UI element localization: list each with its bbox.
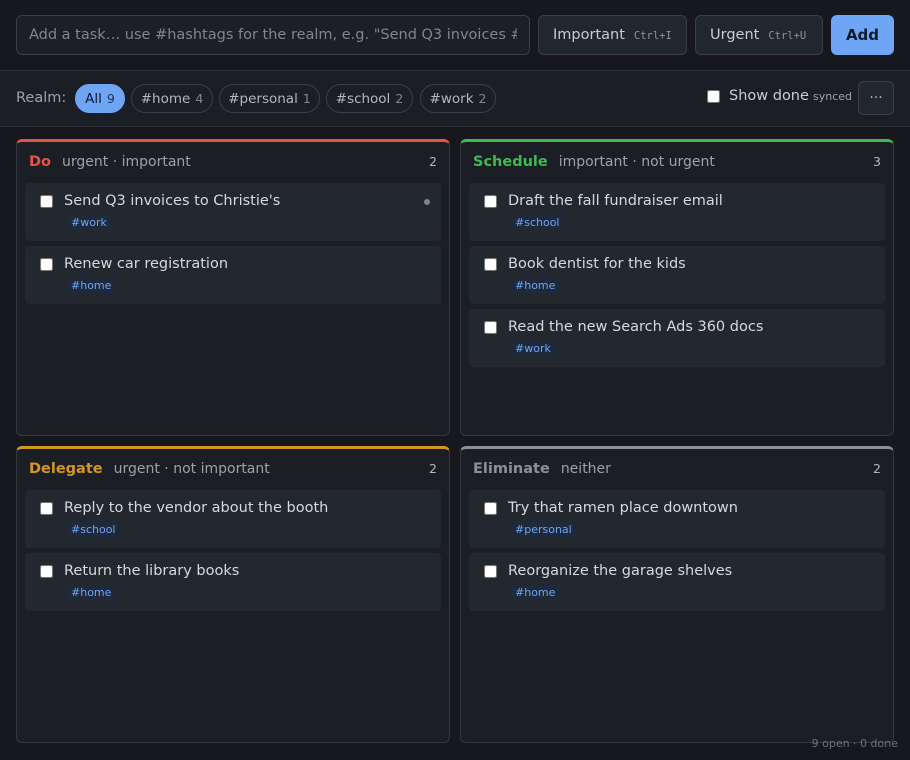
quadrant-title: Eliminate <box>473 461 550 477</box>
quadrant-title: Schedule <box>473 154 548 170</box>
quadrant-header: Schedule important · not urgent 3 <box>473 154 881 174</box>
task-title: Try that ramen place downtown <box>508 500 738 516</box>
realm-chip-count: 2 <box>395 91 404 106</box>
quadrant-do: Do urgent · important 2 Send Q3 invoices… <box>16 139 450 436</box>
task-title: Send Q3 invoices to Christie's <box>64 193 281 209</box>
task-checkbox[interactable] <box>484 502 497 515</box>
task-tag[interactable]: #home <box>67 585 116 600</box>
quadrant-eliminate: Eliminate neither 2 Try that ramen place… <box>460 446 894 743</box>
quadrant-title: Delegate <box>29 461 103 477</box>
task-title: Draft the fall fundraiser email <box>508 193 723 209</box>
urgent-shortcut: Ctrl+U <box>768 30 807 42</box>
task-card[interactable]: Reorganize the garage shelves #home <box>469 553 885 611</box>
task-title: Return the library books <box>64 563 240 579</box>
task-checkbox[interactable] <box>40 258 53 271</box>
realm-chip-label: #work <box>429 90 474 107</box>
important-shortcut: Ctrl+I <box>633 30 672 42</box>
realm-chip-count: 4 <box>195 91 204 106</box>
task-card[interactable]: Book dentist for the kids #home <box>469 246 885 304</box>
task-title: Reply to the vendor about the booth <box>64 500 329 516</box>
quadrant-count: 2 <box>429 154 437 169</box>
task-checkbox[interactable] <box>484 258 497 271</box>
realm-chip-label: #school <box>335 90 391 107</box>
task-stats: 9 open · 0 done <box>811 737 898 750</box>
task-card[interactable]: Send Q3 invoices to Christie's #work <box>25 183 441 241</box>
task-title: Book dentist for the kids <box>508 256 686 272</box>
task-title: Read the new Search Ads 360 docs <box>508 319 764 335</box>
task-checkbox[interactable] <box>484 321 497 334</box>
task-card[interactable]: Try that ramen place downtown #personal <box>469 490 885 548</box>
quadrant-schedule: Schedule important · not urgent 3 Draft … <box>460 139 894 436</box>
task-card[interactable]: Return the library books #home <box>25 553 441 611</box>
important-toggle-button[interactable]: Important Ctrl+I <box>538 15 687 55</box>
task-tag[interactable]: #school <box>67 522 120 537</box>
realm-chip-home[interactable]: #home 4 <box>131 84 213 113</box>
quadrant-delegate: Delegate urgent · not important 2 Reply … <box>16 446 450 743</box>
more-options-button[interactable]: ··· <box>858 81 894 115</box>
task-checkbox[interactable] <box>484 565 497 578</box>
task-card[interactable]: Draft the fall fundraiser email #school <box>469 183 885 241</box>
realm-chip-work[interactable]: #work 2 <box>420 84 496 113</box>
task-card[interactable]: Reply to the vendor about the booth #sch… <box>25 490 441 548</box>
task-tag[interactable]: #school <box>511 215 564 230</box>
quadrant-header: Do urgent · important 2 <box>29 154 437 174</box>
quadrant-subtitle: important · not urgent <box>558 154 715 170</box>
realm-chip-count: 1 <box>302 91 311 106</box>
urgent-label: Urgent <box>710 27 760 43</box>
realm-label: Realm: <box>16 90 67 106</box>
realm-chip-count: 9 <box>106 91 115 106</box>
urgent-toggle-button[interactable]: Urgent Ctrl+U <box>695 15 823 55</box>
task-tag[interactable]: #home <box>67 278 116 293</box>
task-card[interactable]: Read the new Search Ads 360 docs #work <box>469 309 885 367</box>
realm-chip-label: #home <box>140 90 191 107</box>
realm-chip-label: #personal <box>228 90 298 107</box>
task-tag[interactable]: #home <box>511 585 560 600</box>
show-done-checkbox[interactable] <box>707 89 720 103</box>
realm-chip-personal[interactable]: #personal 1 <box>219 84 320 113</box>
task-title: Reorganize the garage shelves <box>508 563 733 579</box>
sync-status: synced <box>813 90 853 103</box>
quadrant-count: 3 <box>873 154 881 169</box>
task-tag[interactable]: #work <box>67 215 111 230</box>
quadrant-header: Delegate urgent · not important 2 <box>29 461 437 481</box>
realm-chip-all[interactable]: All 9 <box>75 84 125 113</box>
task-checkbox[interactable] <box>40 195 53 208</box>
realm-chip-label: All <box>85 90 102 107</box>
task-tag[interactable]: #personal <box>511 522 576 537</box>
task-checkbox[interactable] <box>40 502 53 515</box>
task-tag[interactable]: #work <box>511 341 555 356</box>
task-card[interactable]: Renew car registration #home <box>25 246 441 304</box>
task-tag[interactable]: #home <box>511 278 560 293</box>
quadrant-count: 2 <box>873 461 881 476</box>
quadrant-subtitle: urgent · important <box>62 154 191 170</box>
more-icon: ··· <box>869 90 883 106</box>
important-label: Important <box>553 27 625 43</box>
quadrant-subtitle: urgent · not important <box>113 461 270 477</box>
quadrant-title: Do <box>29 154 51 170</box>
add-task-button[interactable]: Add <box>831 15 894 55</box>
show-done-toggle[interactable]: Show done <box>707 88 809 104</box>
realm-chip-count: 2 <box>478 91 487 106</box>
show-done-label: Show done <box>729 88 809 104</box>
task-checkbox[interactable] <box>484 195 497 208</box>
task-checkbox[interactable] <box>40 565 53 578</box>
quadrant-header: Eliminate neither 2 <box>473 461 881 481</box>
task-title: Renew car registration <box>64 256 229 272</box>
unsynced-dot-icon <box>424 199 430 205</box>
quadrant-subtitle: neither <box>560 461 611 477</box>
add-task-input[interactable] <box>16 15 530 55</box>
task-entry-bar: Important Ctrl+I Urgent Ctrl+U Add <box>0 0 910 71</box>
realm-chip-school[interactable]: #school 2 <box>326 84 413 113</box>
quadrant-count: 2 <box>429 461 437 476</box>
